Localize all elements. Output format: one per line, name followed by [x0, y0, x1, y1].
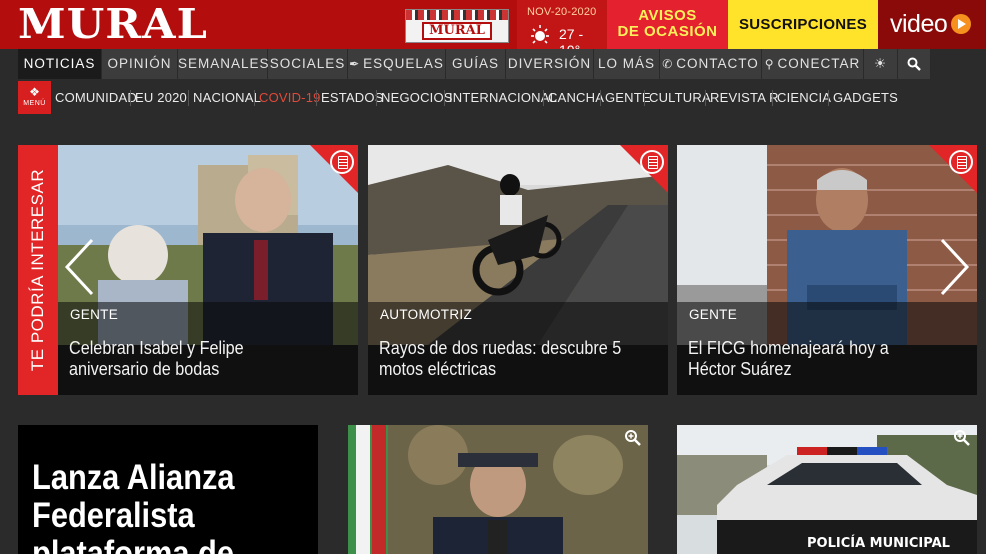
- carousel-card[interactable]: AUTOMOTRIZ Rayos de dos ruedas: descubre…: [368, 145, 668, 395]
- nav-contacto-label: CONTACTO: [676, 56, 759, 71]
- card-category: GENTE: [689, 307, 738, 322]
- brightness-icon: ☀: [873, 56, 888, 71]
- featured-headline[interactable]: Lanza Alianza Federalista plataforma de: [32, 459, 278, 554]
- nav-item-diversion[interactable]: DIVERSIÓN: [506, 49, 594, 79]
- menu-button[interactable]: ❖ MENÚ: [18, 81, 51, 114]
- avisos-de-ocasion-button[interactable]: AVISOS DE OCASIÓN: [607, 0, 728, 49]
- nav-item-semanales[interactable]: SEMANALES: [178, 49, 269, 79]
- photo-police-truck: POLICÍA MUNICIPAL: [677, 425, 977, 554]
- svg-text:POLICÍA MUNICIPAL: POLICÍA MUNICIPAL: [807, 535, 950, 551]
- photo-military-officer: [348, 425, 648, 554]
- subnav-gadgets[interactable]: GADGETS: [833, 88, 898, 108]
- nav-item-guias[interactable]: GUÍAS: [446, 49, 506, 79]
- nav-item-conectar[interactable]: ⚲ CONECTAR: [762, 49, 864, 79]
- subnav-eu-2020[interactable]: EU 2020: [135, 88, 187, 108]
- main-nav: NOTICIAS OPINIÓN SEMANALES SOCIALES ✒ ESQ…: [0, 49, 986, 79]
- menu-icon: ❖: [29, 85, 40, 99]
- carousel-card[interactable]: GENTE El FICG homenajeará hoy a Héctor S…: [677, 145, 977, 395]
- newspaper-cover-name: MURAL: [422, 22, 492, 40]
- carousel-label-text: TE PODRÍA INTERESAR: [28, 168, 47, 372]
- carousel-next-button[interactable]: [940, 238, 970, 296]
- nav-item-contacto[interactable]: ✆ CONTACTO: [660, 49, 762, 79]
- subnav-nacional[interactable]: NACIONAL: [193, 88, 261, 108]
- subnav-estados[interactable]: ESTADOS: [321, 88, 384, 108]
- nav-item-esquelas[interactable]: ✒ ESQUELAS: [348, 49, 446, 79]
- nav-esquelas-label: ESQUELAS: [363, 56, 444, 71]
- menu-label: MENÚ: [23, 100, 46, 107]
- mural-logo[interactable]: MURAL: [18, 2, 208, 46]
- nav-item-lo-mas[interactable]: LO MÁS: [594, 49, 660, 79]
- article-icon: [640, 150, 664, 174]
- weather-widget[interactable]: NOV-20-2020 27 - 10°: [517, 0, 607, 58]
- video-button[interactable]: video: [878, 0, 986, 49]
- top-header: MURAL MURAL NOV-20-2020 27 - 10° AVISOS …: [0, 0, 986, 58]
- zoom-in-icon[interactable]: [953, 429, 971, 447]
- subnav-comunidad[interactable]: COMUNIDAD: [55, 88, 137, 108]
- subscriptions-button[interactable]: SUSCRIPCIONES: [728, 0, 878, 49]
- search-button[interactable]: [898, 49, 931, 79]
- subnav-revista-r[interactable]: REVISTA R: [710, 88, 779, 108]
- avisos-line-1: AVISOS: [638, 7, 697, 24]
- chevron-right-icon: [940, 238, 970, 296]
- photo-story-police[interactable]: POLICÍA MUNICIPAL: [677, 425, 977, 554]
- subnav-cancha[interactable]: CANCHA: [548, 88, 604, 108]
- ribbon-icon: ✒: [349, 57, 361, 71]
- carousel-card[interactable]: GENTE Celebran Isabel y Felipe aniversar…: [58, 145, 358, 395]
- carousel-section-label: TE PODRÍA INTERESAR: [18, 145, 58, 395]
- zoom-in-icon[interactable]: [624, 429, 642, 447]
- card-title[interactable]: Rayos de dos ruedas: descubre 5 motos el…: [379, 338, 631, 380]
- subnav-negocios[interactable]: NEGOCIOS: [381, 88, 453, 108]
- subnav-covid-19[interactable]: COVID-19: [259, 88, 321, 108]
- weather-date: NOV-20-2020: [527, 6, 597, 18]
- phone-icon: ✆: [662, 57, 674, 71]
- play-icon: [951, 14, 971, 34]
- article-icon: [330, 150, 354, 174]
- nav-item-noticias[interactable]: NOTICIAS: [18, 49, 102, 79]
- nav-item-sociales[interactable]: SOCIALES: [268, 49, 348, 79]
- card-title[interactable]: Celebran Isabel y Felipe aniversario de …: [69, 338, 321, 380]
- section-subnav: ❖ MENÚ COMUNIDAD EU 2020 NACIONAL COVID-…: [0, 79, 986, 116]
- subnav-ciencia[interactable]: CIENCIA: [777, 88, 831, 108]
- search-icon: [907, 57, 921, 72]
- card-category: AUTOMOTRIZ: [380, 307, 472, 322]
- video-label: video: [890, 10, 948, 38]
- key-icon: ⚲: [764, 57, 775, 71]
- theme-toggle-button[interactable]: ☀: [864, 49, 898, 79]
- featured-headline-box[interactable]: Lanza Alianza Federalista plataforma de: [18, 425, 318, 554]
- subnav-cultura[interactable]: CULTURA: [649, 88, 711, 108]
- sun-icon: [531, 25, 549, 44]
- carousel-prev-button[interactable]: [64, 238, 94, 296]
- card-title[interactable]: El FICG homenajeará hoy a Héctor Suárez: [688, 338, 940, 380]
- subnav-internacional[interactable]: INTERNACIONAL: [449, 88, 557, 108]
- card-category: GENTE: [70, 307, 119, 322]
- photo-story-military[interactable]: [348, 425, 648, 554]
- chevron-left-icon: [64, 238, 94, 296]
- avisos-line-2: DE OCASIÓN: [617, 23, 718, 40]
- article-icon: [949, 150, 973, 174]
- nav-conectar-label: CONECTAR: [777, 56, 861, 71]
- nav-item-opinion[interactable]: OPINIÓN: [102, 49, 178, 79]
- newspaper-cover-thumbnail[interactable]: MURAL: [405, 9, 509, 43]
